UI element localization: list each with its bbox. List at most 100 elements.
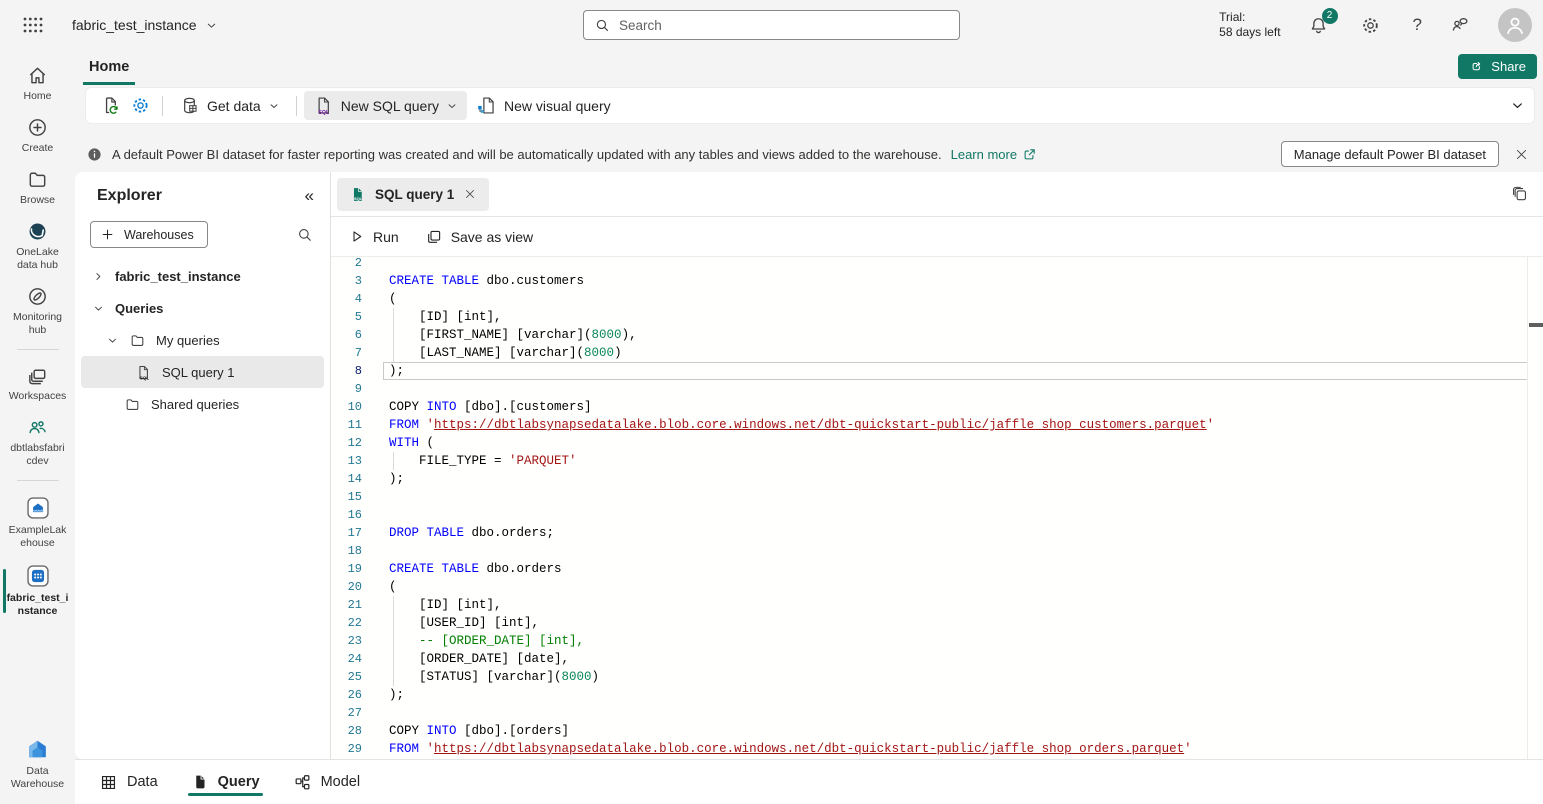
tree-item-queries[interactable]: Queries — [75, 292, 330, 324]
tab-sql-query-1[interactable]: SQL SQL query 1 — [337, 178, 489, 211]
sidebar-item-browse[interactable]: Browse — [0, 162, 75, 214]
code-line-6[interactable]: 6 [FIRST_NAME] [varchar](8000), — [331, 326, 1543, 344]
code-line-24[interactable]: 24 [ORDER_DATE] [date], — [331, 650, 1543, 668]
code-line-18[interactable]: 18 — [331, 542, 1543, 560]
code-line-21[interactable]: 21 [ID] [int], — [331, 596, 1543, 614]
ribbon-tab-row: Home Share — [75, 50, 1543, 85]
sidebar-item-home[interactable]: Home — [0, 58, 75, 110]
banner-message: A default Power BI dataset for faster re… — [112, 147, 942, 162]
sidebar-item-dbtlabsfabricdev[interactable]: dbtlabsfabricdev — [0, 410, 75, 475]
line-number: 5 — [331, 308, 362, 326]
run-button[interactable]: Run — [348, 228, 399, 245]
sql-file-icon: SQL — [349, 186, 366, 203]
app-launcher-icon[interactable] — [22, 14, 44, 36]
code-line-26[interactable]: 26); — [331, 686, 1543, 704]
toolbar-divider — [296, 96, 297, 116]
code-line-9[interactable]: 9 — [331, 380, 1543, 398]
code-line-7[interactable]: 7 [LAST_NAME] [varchar](8000) — [331, 344, 1543, 362]
tree-item-warehouse-root[interactable]: fabric_test_instance — [75, 260, 330, 292]
chevron-down-icon — [446, 100, 458, 112]
notifications-button[interactable]: 2 — [1308, 15, 1329, 36]
add-warehouses-button[interactable]: Warehouses — [90, 221, 208, 248]
sidebar-item-examplelakehouse[interactable]: ExampleLakehouse — [0, 489, 75, 557]
copy-icon[interactable] — [1510, 185, 1529, 204]
lakehouse-icon — [25, 495, 51, 521]
code-line-15[interactable]: 15 — [331, 488, 1543, 506]
learn-more-link[interactable]: Learn more — [951, 147, 1037, 162]
line-number: 15 — [331, 488, 362, 506]
tab-home[interactable]: Home — [83, 53, 135, 85]
search-input[interactable] — [619, 18, 949, 33]
global-search[interactable] — [583, 10, 960, 40]
rail-divider — [17, 349, 59, 350]
ribbon-toolbar: Get data SQL New SQL query — [85, 87, 1535, 124]
code-line-20[interactable]: 20( — [331, 578, 1543, 596]
ribbon-toolbar-row: Get data SQL New SQL query — [75, 85, 1543, 136]
banner-close-icon[interactable] — [1514, 147, 1529, 162]
tree-item-sql-query-1[interactable]: SQL SQL query 1 — [81, 356, 324, 388]
svg-text:SQL: SQL — [354, 195, 363, 200]
plus-icon — [100, 227, 115, 242]
code-line-12[interactable]: 12WITH ( — [331, 434, 1543, 452]
code-line-22[interactable]: 22 [USER_ID] [int], — [331, 614, 1543, 632]
sql-code-area[interactable]: 23CREATE TABLE dbo.customers4(5 [ID] [in… — [331, 257, 1543, 759]
collapse-ribbon-icon[interactable] — [1510, 98, 1525, 113]
settings-gear-icon[interactable] — [125, 92, 155, 120]
sidebar-item-fabric-test-instance[interactable]: fabric_test_instance — [0, 557, 75, 625]
sidebar-item-workspaces[interactable]: Workspaces — [0, 358, 75, 410]
line-number: 7 — [331, 344, 362, 362]
code-line-8[interactable]: 8); — [331, 362, 1543, 380]
code-line-3[interactable]: 3CREATE TABLE dbo.customers — [331, 272, 1543, 290]
code-line-23[interactable]: 23 -- [ORDER_DATE] [int], — [331, 632, 1543, 650]
code-line-2[interactable]: 2 — [331, 257, 1543, 272]
code-line-29[interactable]: 29FROM 'https://dbtlabsynapsedatalake.bl… — [331, 740, 1543, 758]
sidebar-item-data-warehouse[interactable]: DataWarehouse — [0, 731, 75, 798]
code-line-27[interactable]: 27 — [331, 704, 1543, 722]
code-line-19[interactable]: 19CREATE TABLE dbo.orders — [331, 560, 1543, 578]
scrollbar-thumb[interactable] — [1529, 323, 1543, 327]
avatar[interactable] — [1498, 8, 1532, 42]
view-tab-query[interactable]: Query — [191, 760, 260, 804]
workspaces-icon — [26, 364, 49, 387]
line-number: 24 — [331, 650, 362, 668]
tree-item-shared-queries[interactable]: Shared queries — [75, 388, 330, 420]
code-line-13[interactable]: 13 FILE_TYPE = 'PARQUET' — [331, 452, 1543, 470]
code-line-14[interactable]: 14); — [331, 470, 1543, 488]
sql-document-icon: SQL — [313, 95, 334, 116]
share-button[interactable]: Share — [1458, 54, 1537, 79]
manage-default-dataset-button[interactable]: Manage default Power BI dataset — [1281, 141, 1499, 167]
sidebar-item-label: Create — [22, 142, 54, 155]
get-data-button[interactable]: Get data — [170, 91, 289, 120]
code-line-25[interactable]: 25 [STATUS] [varchar](8000) — [331, 668, 1543, 686]
sidebar-item-monitoring-hub[interactable]: Monitoringhub — [0, 279, 75, 344]
code-line-5[interactable]: 5 [ID] [int], — [331, 308, 1543, 326]
code-line-28[interactable]: 28COPY INTO [dbo].[orders] — [331, 722, 1543, 740]
view-tab-data[interactable]: Data — [99, 760, 158, 804]
line-number: 28 — [331, 722, 362, 740]
sidebar-item-create[interactable]: Create — [0, 110, 75, 162]
workspace-switcher[interactable]: fabric_test_instance — [72, 17, 218, 33]
info-icon — [86, 146, 103, 163]
tree-item-my-queries[interactable]: My queries — [75, 324, 330, 356]
code-line-10[interactable]: 10COPY INTO [dbo].[customers] — [331, 398, 1543, 416]
tab-close-icon[interactable] — [463, 187, 477, 201]
chevron-down-icon — [205, 19, 218, 32]
view-tab-model[interactable]: Model — [293, 760, 361, 804]
save-as-view-button[interactable]: Save as view — [425, 228, 533, 246]
code-line-4[interactable]: 4( — [331, 290, 1543, 308]
refresh-semantic-model-button[interactable] — [95, 92, 125, 120]
model-diagram-icon — [293, 773, 312, 792]
code-line-11[interactable]: 11FROM 'https://dbtlabsynapsedatalake.bl… — [331, 416, 1543, 434]
settings-button[interactable] — [1356, 11, 1386, 39]
line-number: 2 — [331, 257, 362, 272]
new-sql-query-button[interactable]: SQL New SQL query — [304, 91, 467, 120]
sidebar-item-onelake-data-hub[interactable]: OneLakedata hub — [0, 214, 75, 279]
code-line-17[interactable]: 17DROP TABLE dbo.orders; — [331, 524, 1543, 542]
help-button[interactable]: ? — [1413, 15, 1422, 35]
collapse-explorer-icon[interactable]: « — [305, 186, 314, 206]
explorer-search-icon[interactable] — [296, 226, 314, 244]
new-visual-query-button[interactable]: New visual query — [467, 91, 620, 120]
feedback-button[interactable] — [1449, 14, 1471, 36]
code-line-16[interactable]: 16 — [331, 506, 1543, 524]
sidebar-item-label: fabric_test_instance — [7, 592, 69, 618]
